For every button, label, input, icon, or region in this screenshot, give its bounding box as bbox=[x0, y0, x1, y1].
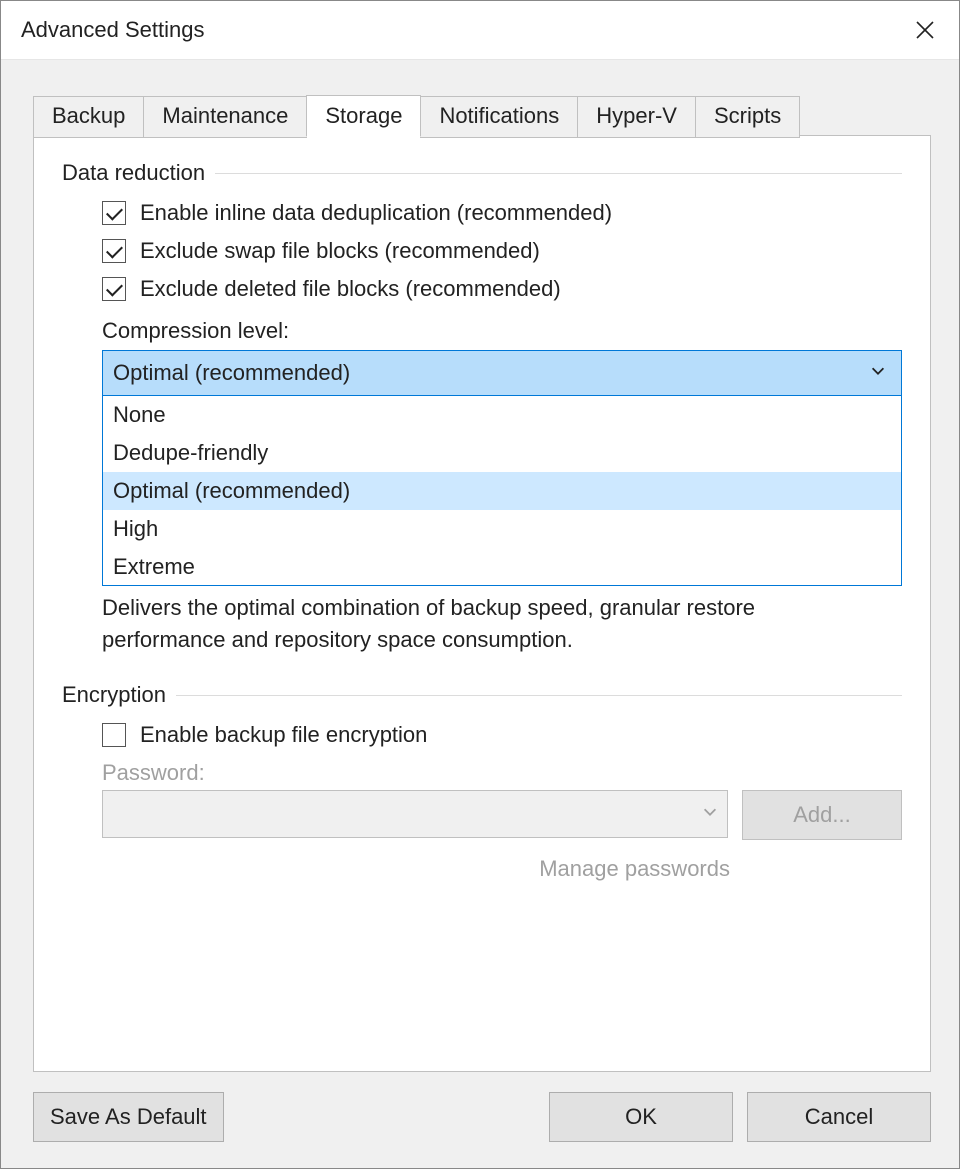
chevron-down-icon bbox=[869, 360, 887, 386]
title-bar: Advanced Settings bbox=[1, 1, 959, 60]
checkbox-enable-dedup[interactable] bbox=[102, 201, 126, 225]
tab-hyperv[interactable]: Hyper-V bbox=[577, 96, 696, 138]
section-title-text: Encryption bbox=[62, 682, 176, 708]
tab-backup[interactable]: Backup bbox=[33, 96, 144, 138]
password-row: Add... bbox=[102, 790, 902, 840]
checkbox-row-dedup: Enable inline data deduplication (recomm… bbox=[102, 200, 902, 226]
tab-strip: Backup Maintenance Storage Notifications… bbox=[33, 95, 931, 137]
compression-option-none[interactable]: None bbox=[103, 396, 901, 434]
checkbox-row-deleted: Exclude deleted file blocks (recommended… bbox=[102, 276, 902, 302]
section-data-reduction: Data reduction Enable inline data dedupl… bbox=[62, 160, 902, 656]
compression-level-dropdown: None Dedupe-friendly Optimal (recommende… bbox=[102, 396, 902, 586]
cancel-button[interactable]: Cancel bbox=[747, 1092, 931, 1142]
compression-option-optimal[interactable]: Optimal (recommended) bbox=[103, 472, 901, 510]
compression-level-combo[interactable]: Optimal (recommended) bbox=[102, 350, 902, 396]
compression-level-label: Compression level: bbox=[102, 318, 902, 344]
compression-description: Delivers the optimal combination of back… bbox=[102, 592, 902, 656]
ok-button[interactable]: OK bbox=[549, 1092, 733, 1142]
checkbox-row-encryption: Enable backup file encryption bbox=[102, 722, 902, 748]
close-icon bbox=[915, 20, 935, 40]
advanced-settings-window: Advanced Settings Backup Maintenance Sto… bbox=[0, 0, 960, 1169]
checkbox-exclude-swap[interactable] bbox=[102, 239, 126, 263]
data-reduction-body: Enable inline data deduplication (recomm… bbox=[62, 200, 902, 656]
checkbox-exclude-deleted-label: Exclude deleted file blocks (recommended… bbox=[140, 276, 561, 302]
compression-option-extreme[interactable]: Extreme bbox=[103, 548, 901, 586]
dialog-button-bar: Save As Default OK Cancel bbox=[33, 1092, 931, 1142]
checkbox-exclude-deleted[interactable] bbox=[102, 277, 126, 301]
chevron-down-icon bbox=[701, 801, 719, 827]
checkbox-enable-encryption[interactable] bbox=[102, 723, 126, 747]
manage-passwords-link[interactable]: Manage passwords bbox=[102, 856, 902, 882]
password-label: Password: bbox=[102, 760, 902, 786]
tab-page-storage: Data reduction Enable inline data dedupl… bbox=[33, 135, 931, 1072]
encryption-body: Enable backup file encryption bbox=[62, 722, 902, 748]
compression-option-high[interactable]: High bbox=[103, 510, 901, 548]
compression-level-selected: Optimal (recommended) bbox=[113, 360, 350, 386]
content-area: Backup Maintenance Storage Notifications… bbox=[33, 95, 931, 1072]
checkbox-exclude-swap-label: Exclude swap file blocks (recommended) bbox=[140, 238, 540, 264]
compression-option-dedupe[interactable]: Dedupe-friendly bbox=[103, 434, 901, 472]
tab-maintenance[interactable]: Maintenance bbox=[143, 96, 307, 138]
checkbox-enable-dedup-label: Enable inline data deduplication (recomm… bbox=[140, 200, 612, 226]
window-title: Advanced Settings bbox=[21, 17, 204, 43]
section-encryption: Encryption Enable backup file encryption… bbox=[62, 682, 902, 882]
close-button[interactable] bbox=[909, 14, 941, 46]
tab-notifications[interactable]: Notifications bbox=[420, 96, 578, 138]
add-password-button[interactable]: Add... bbox=[742, 790, 902, 840]
save-as-default-button[interactable]: Save As Default bbox=[33, 1092, 224, 1142]
tab-storage[interactable]: Storage bbox=[306, 95, 421, 137]
checkbox-enable-encryption-label: Enable backup file encryption bbox=[140, 722, 427, 748]
section-title-text: Data reduction bbox=[62, 160, 215, 186]
tab-scripts[interactable]: Scripts bbox=[695, 96, 800, 138]
checkbox-row-swap: Exclude swap file blocks (recommended) bbox=[102, 238, 902, 264]
section-title-data-reduction: Data reduction bbox=[62, 160, 902, 186]
password-combo[interactable] bbox=[102, 790, 728, 838]
section-title-encryption: Encryption bbox=[62, 682, 902, 708]
